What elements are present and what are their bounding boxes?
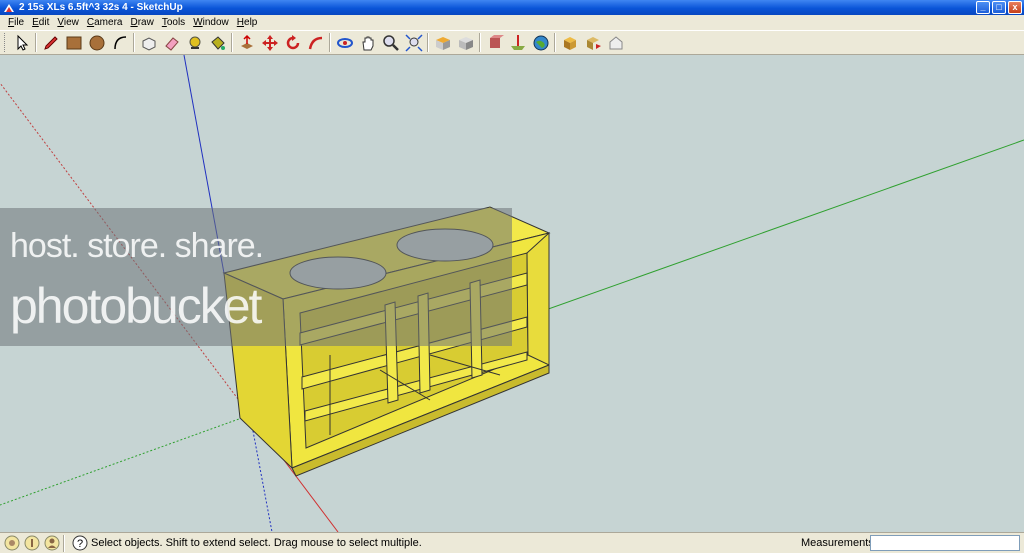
geo-location-icon[interactable] xyxy=(4,535,20,551)
orbit-tool-button[interactable] xyxy=(333,32,356,54)
toolbar-separator xyxy=(329,33,331,52)
status-hint: Select objects. Shift to extend select. … xyxy=(91,537,422,549)
eraser-icon xyxy=(164,36,179,51)
select-tool-button[interactable] xyxy=(10,32,33,54)
tape-measure-button[interactable] xyxy=(183,32,206,54)
arc-tool-button[interactable] xyxy=(108,32,131,54)
menu-tools[interactable]: Tools xyxy=(158,17,189,28)
pan-icon xyxy=(361,36,373,50)
measurements-input[interactable] xyxy=(870,535,1020,551)
toolbar-grip[interactable] xyxy=(4,33,7,52)
sketchup-app-icon xyxy=(4,3,14,12)
toolbar-separator xyxy=(554,33,556,52)
make-component-button[interactable] xyxy=(137,32,160,54)
circle-tool-button[interactable] xyxy=(85,32,108,54)
move-icon xyxy=(261,34,278,51)
sketchup-window: 2 15s XLs 6.5ft^3 32s 4 - SketchUp _ □ x… xyxy=(0,0,1024,553)
credits-icon[interactable] xyxy=(24,535,40,551)
preview-button[interactable] xyxy=(604,32,627,54)
pencil-tool-button[interactable] xyxy=(39,32,62,54)
rotate-icon xyxy=(286,34,299,49)
top-view-button[interactable] xyxy=(431,32,454,54)
get-models-button[interactable] xyxy=(483,32,506,54)
toolbar-separator xyxy=(427,33,429,52)
zoom-icon xyxy=(382,34,399,51)
pan-tool-button[interactable] xyxy=(356,32,379,54)
menu-edit[interactable]: Edit xyxy=(28,17,53,28)
rectangle-icon xyxy=(66,36,81,49)
menu-help[interactable]: Help xyxy=(233,17,262,28)
menu-camera[interactable]: Camera xyxy=(83,17,127,28)
toolbar-separator xyxy=(35,33,37,52)
close-button[interactable]: x xyxy=(1008,1,1022,14)
push-pull-icon xyxy=(240,34,253,49)
add-location-button[interactable] xyxy=(506,32,529,54)
window-title: 2 15s XLs 6.5ft^3 32s 4 - SketchUp xyxy=(19,2,183,13)
rotate-tool-button[interactable] xyxy=(281,32,304,54)
status-separator xyxy=(63,534,65,552)
zoom-tool-button[interactable] xyxy=(379,32,402,54)
rectangle-tool-button[interactable] xyxy=(62,32,85,54)
circle-icon xyxy=(89,35,104,50)
make-component-icon xyxy=(142,36,155,51)
help-icon[interactable]: ? xyxy=(72,535,88,551)
follow-me-icon xyxy=(308,36,322,49)
paint-bucket-icon xyxy=(210,35,225,50)
menu-draw[interactable]: Draw xyxy=(126,17,157,28)
iso-view-icon xyxy=(458,36,473,50)
components-button[interactable] xyxy=(558,32,581,54)
paint-bucket-button[interactable] xyxy=(206,32,229,54)
orbit-icon xyxy=(336,37,353,48)
watermark-brand: photobucket xyxy=(10,278,262,334)
move-tool-button[interactable] xyxy=(258,32,281,54)
iso-view-button[interactable] xyxy=(454,32,477,54)
main-toolbar xyxy=(0,30,1024,55)
select-arrow-icon xyxy=(17,34,28,51)
push-pull-button[interactable] xyxy=(235,32,258,54)
follow-me-button[interactable] xyxy=(304,32,327,54)
toolbar-separator xyxy=(479,33,481,52)
eraser-tool-button[interactable] xyxy=(160,32,183,54)
tape-measure-icon xyxy=(189,36,200,49)
zoom-extents-icon xyxy=(404,33,423,52)
zoom-extents-button[interactable] xyxy=(402,32,425,54)
google-earth-icon xyxy=(533,35,548,50)
svg-text:?: ? xyxy=(77,538,83,550)
minimize-button[interactable]: _ xyxy=(976,1,990,14)
maximize-button[interactable]: □ xyxy=(992,1,1006,14)
components-icon xyxy=(563,36,576,50)
top-view-icon xyxy=(435,36,450,50)
drawing-viewport[interactable]: host. store. share. photobucket xyxy=(0,55,1024,532)
menu-bar: File Edit View Camera Draw Tools Window … xyxy=(0,15,1024,30)
share-model-icon xyxy=(586,36,601,50)
arc-icon xyxy=(113,35,126,49)
watermark-tagline: host. store. share. xyxy=(10,227,264,265)
menu-window[interactable]: Window xyxy=(189,17,233,28)
title-bar: 2 15s XLs 6.5ft^3 32s 4 - SketchUp _ □ x xyxy=(0,0,1024,15)
status-bar: ? Select objects. Shift to extend select… xyxy=(0,532,1024,553)
menu-view[interactable]: View xyxy=(53,17,83,28)
user-icon[interactable] xyxy=(44,535,60,551)
share-model-button[interactable] xyxy=(581,32,604,54)
add-location-icon xyxy=(510,34,525,50)
toolbar-separator xyxy=(133,33,135,52)
measurements-label: Measurements xyxy=(801,537,874,549)
toolbar-separator xyxy=(231,33,233,52)
google-earth-button[interactable] xyxy=(529,32,552,54)
menu-file[interactable]: File xyxy=(4,17,28,28)
get-models-icon xyxy=(489,34,504,48)
green-axis-negative xyxy=(0,414,251,506)
preview-icon xyxy=(609,35,622,49)
pencil-icon xyxy=(43,35,58,50)
